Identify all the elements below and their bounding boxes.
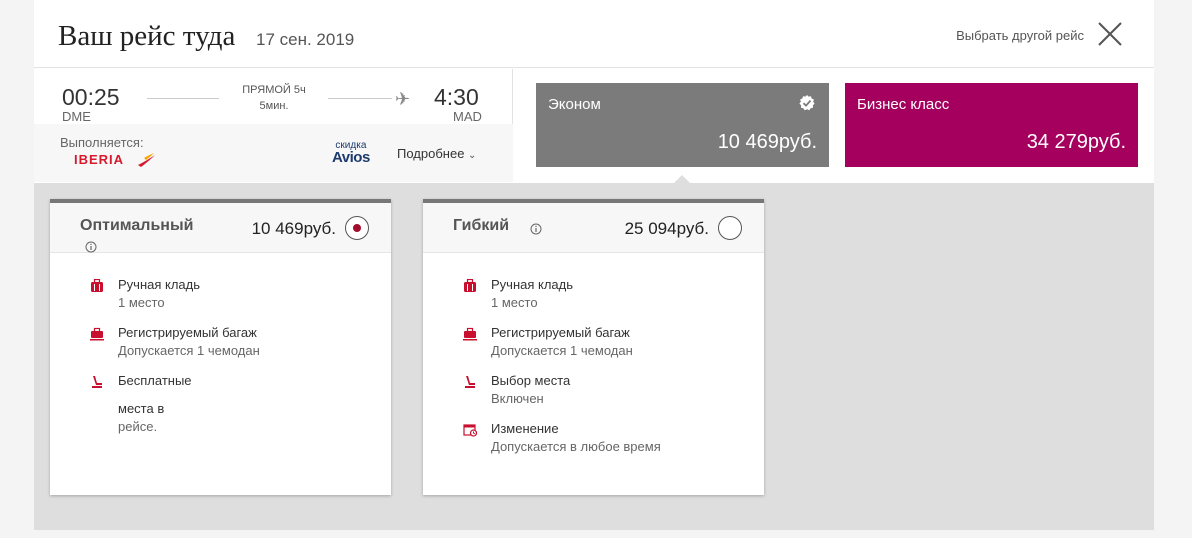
route-line-left bbox=[147, 98, 219, 99]
fare-radio[interactable] bbox=[718, 216, 742, 240]
page-title: Ваш рейс туда bbox=[58, 20, 236, 52]
class-name: Бизнес класс bbox=[857, 96, 950, 113]
check-circle-icon bbox=[799, 95, 815, 111]
fare-card-flexible[interactable]: Гибкий 25 094руб. Ручная кладь 1 место Р… bbox=[423, 199, 764, 495]
operator-row: Выполняется: IBERIA скидка Avios Подробн… bbox=[34, 124, 513, 182]
arrival-airport: MAD bbox=[453, 109, 482, 124]
close-icon[interactable] bbox=[1096, 20, 1124, 48]
fare-name: Гибкий bbox=[453, 217, 510, 234]
fare-radio-selected[interactable] bbox=[345, 216, 369, 240]
flight-duration-extra: 5мин. bbox=[259, 100, 289, 112]
plane-icon: ✈ bbox=[395, 89, 411, 109]
departure-time: 00:25 bbox=[62, 84, 120, 110]
fare-header: Оптимальный 10 469руб. bbox=[50, 203, 391, 253]
departure-airport: DME bbox=[62, 109, 91, 124]
chevron-down-icon: ⌄ bbox=[468, 150, 477, 161]
route-summary: 00:25 DME ПРЯМОЙ 5ч 5мин. ✈ 4:30 MAD Вып… bbox=[34, 69, 513, 182]
class-card-economy[interactable]: Эконом 10 469руб. bbox=[536, 83, 829, 167]
fare-card-optimal[interactable]: Оптимальный 10 469руб. Ручная кладь 1 ме… bbox=[50, 199, 391, 495]
fare-price: 25 094руб. bbox=[624, 219, 709, 238]
airline-logo: IBERIA bbox=[74, 152, 125, 167]
feature-title: Ручная кладь bbox=[118, 277, 201, 292]
change-flight-link[interactable]: Выбрать другой рейс bbox=[956, 28, 1084, 43]
feature-title: Регистрируемый багаж bbox=[491, 325, 630, 340]
class-price: 10 469руб. bbox=[717, 131, 817, 153]
flight-type: ПРЯМОЙ 5ч 5мин. bbox=[224, 82, 324, 114]
hand-luggage-icon bbox=[91, 279, 103, 292]
feature-title: Бесплатные bbox=[118, 373, 192, 388]
details-label: Подробнее bbox=[397, 146, 465, 161]
seat-icon bbox=[92, 376, 102, 388]
checked-baggage-icon bbox=[463, 327, 477, 341]
feature-title: Изменение bbox=[491, 421, 559, 436]
info-icon[interactable] bbox=[85, 241, 97, 253]
flight-panel: Ваш рейс туда 17 сен. 2019 Выбрать друго… bbox=[34, 0, 1154, 530]
avios-logo: Avios bbox=[332, 149, 370, 166]
arrival-time: 4:30 bbox=[434, 84, 479, 110]
feature-title: Выбор места bbox=[491, 373, 571, 388]
fare-name: Оптимальный bbox=[80, 217, 194, 234]
feature-title-continued: места в bbox=[118, 401, 165, 416]
selected-class-pointer bbox=[674, 175, 690, 183]
class-name: Эконом bbox=[548, 96, 601, 113]
header: Ваш рейс туда 17 сен. 2019 Выбрать друго… bbox=[34, 0, 1154, 68]
fares-area: Оптимальный 10 469руб. Ручная кладь 1 ме… bbox=[34, 183, 1154, 530]
class-card-business[interactable]: Бизнес класс 34 279руб. bbox=[845, 83, 1138, 167]
feature-subtitle: 1 место bbox=[491, 295, 538, 310]
change-calendar-icon bbox=[463, 424, 477, 437]
info-icon[interactable] bbox=[530, 223, 542, 235]
feature-subtitle: Допускается 1 чемодан bbox=[491, 343, 633, 358]
feature-title: Ручная кладь bbox=[491, 277, 574, 292]
flight-date: 17 сен. 2019 bbox=[256, 30, 355, 49]
feature-subtitle: Включен bbox=[491, 391, 544, 406]
details-toggle[interactable]: Подробнее ⌄ bbox=[397, 146, 476, 161]
operated-by-label: Выполняется: bbox=[60, 135, 144, 150]
flight-type-label: ПРЯМОЙ 5ч bbox=[242, 84, 306, 96]
route-line-right bbox=[328, 98, 392, 99]
feature-subtitle: Допускается в любое время bbox=[491, 439, 661, 454]
avios-discount: скидка Avios bbox=[332, 140, 370, 166]
fare-price: 10 469руб. bbox=[251, 219, 336, 238]
iberia-mark-icon bbox=[138, 153, 155, 167]
checked-baggage-icon bbox=[90, 327, 104, 341]
feature-title: Регистрируемый багаж bbox=[118, 325, 257, 340]
feature-subtitle: 1 место bbox=[118, 295, 165, 310]
class-price: 34 279руб. bbox=[1026, 131, 1126, 153]
feature-subtitle: рейсе. bbox=[118, 419, 158, 434]
fare-header: Гибкий 25 094руб. bbox=[423, 203, 764, 253]
hand-luggage-icon bbox=[464, 279, 476, 292]
seat-icon bbox=[465, 376, 475, 388]
feature-subtitle: Допускается 1 чемодан bbox=[118, 343, 260, 358]
